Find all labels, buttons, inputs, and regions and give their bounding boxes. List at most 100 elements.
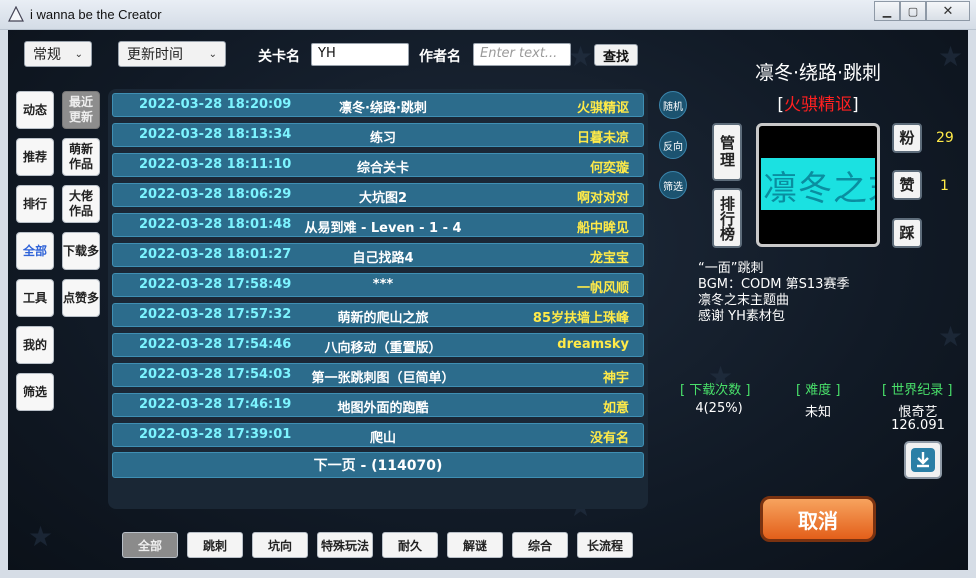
tab-mine[interactable]: 我的 [16, 326, 54, 364]
difficulty-value: 未知 [804, 405, 831, 420]
level-author-name[interactable]: 火骐精讴 [784, 95, 852, 115]
level-author: 船中眸见 [576, 221, 629, 236]
tab-ranking[interactable]: 排行 [16, 185, 54, 223]
level-name: *** [372, 277, 394, 292]
level-name: 萌新的爬山之旅 [337, 311, 429, 326]
level-row[interactable]: 2022-03-28 18:01:48 从易到难 - Leven - 1 - 4船… [112, 213, 644, 237]
level-row[interactable]: 2022-03-28 17:54:46 八向移动（重置版） dreamsky [112, 333, 644, 357]
category-trap[interactable]: 坑向 [252, 532, 308, 558]
tab-all[interactable]: 全部 [16, 232, 54, 270]
tab-newbie-works[interactable]: 萌新 作品 [62, 138, 100, 176]
level-author: 火骐精讴 [576, 101, 629, 116]
level-name: 大坑图2 [358, 191, 408, 206]
app-icon [8, 6, 24, 22]
level-name-input[interactable]: YH [311, 43, 409, 66]
fans-count: 29 [936, 130, 954, 146]
star-decoration: ★ [568, 40, 594, 73]
window-title: i wanna be the Creator [30, 7, 162, 22]
like-button[interactable]: 赞 [892, 170, 922, 200]
level-row[interactable]: 2022-03-28 17:57:32 萌新的爬山之旅 85岁扶墙上珠峰 [112, 303, 644, 327]
level-row[interactable]: 2022-03-28 17:46:19 地图外面的跑酷 如意 [112, 393, 644, 417]
tab-recommend[interactable]: 推荐 [16, 138, 54, 176]
level-name: 从易到难 - Leven - 1 - 4 [304, 221, 462, 236]
level-row[interactable]: 2022-03-28 18:01:27 自己找路4 龙宝宝 [112, 243, 644, 267]
world-record-label: [ 世界纪录 ] [882, 383, 953, 398]
level-title: 凛冬·绕路·跳刺 [754, 62, 882, 84]
chevron-down-icon: ⌄ [74, 48, 83, 60]
level-author: 85岁扶墙上珠峰 [532, 311, 629, 326]
world-record-time: 126.091 [891, 418, 945, 433]
level-name: 练习 [369, 131, 396, 146]
bracket-close: ] [852, 95, 859, 115]
dislike-button[interactable]: 踩 [892, 218, 922, 248]
like-count: 1 [940, 178, 949, 194]
level-author-line: [火骐精讴] [668, 90, 968, 115]
download-button[interactable] [904, 441, 942, 479]
tab-most-downloads[interactable]: 下载多 [62, 232, 100, 270]
level-row[interactable]: 2022-03-28 18:11:10 综合关卡 何奕璇 [112, 153, 644, 177]
category-select[interactable]: 常规 ⌄ [24, 41, 92, 67]
level-author: 没有名 [589, 431, 629, 446]
search-button[interactable]: 查找 [594, 44, 638, 66]
level-name: 自己找路4 [352, 251, 414, 266]
desc-line: 凛冬之末主题曲 [698, 293, 790, 308]
level-row[interactable]: 2022-03-28 18:20:09 凛冬·绕路·跳刺 火骐精讴 [112, 93, 644, 117]
desc-line: 感谢 YH素材包 [698, 309, 785, 324]
author-label: 作者名 [419, 49, 461, 65]
downloads-value: 4(25%) [695, 401, 743, 416]
bracket-open: [ [777, 95, 784, 115]
sort-select-value: 更新时间 [127, 47, 183, 63]
category-spike[interactable]: 跳刺 [187, 532, 243, 558]
next-page-button[interactable]: 下一页 - (114070) [112, 452, 644, 478]
category-special[interactable]: 特殊玩法 [317, 532, 373, 558]
reverse-button[interactable]: 反向 [659, 131, 687, 159]
chevron-down-icon: ⌄ [208, 48, 217, 60]
level-description: “一面”跳刺 BGM：CODM 第S13赛季 凛冬之末主题曲 感谢 YH素材包 [698, 261, 849, 325]
level-name-label: 关卡名 [258, 49, 300, 65]
tab-recent-update[interactable]: 最近 更新 [62, 91, 100, 129]
sort-select[interactable]: 更新时间 ⌄ [118, 41, 226, 67]
level-row[interactable]: 2022-03-28 18:13:34 练习 日暮未凉 [112, 123, 644, 147]
tab-expert-works[interactable]: 大佬 作品 [62, 185, 100, 223]
category-mixed[interactable]: 综合 [512, 532, 568, 558]
maximize-button[interactable]: ▢ [900, 1, 926, 21]
category-endurance[interactable]: 耐久 [382, 532, 438, 558]
level-author: dreamsky [557, 337, 629, 352]
level-row[interactable]: 2022-03-28 17:58:49 *** 一帆风顺 [112, 273, 644, 297]
level-row[interactable]: 2022-03-28 17:54:03 第一张跳刺图（巨简单） 神宇 [112, 363, 644, 387]
downloads-label: [ 下载次数 ] [680, 383, 751, 398]
level-name: 八向移动（重置版） [324, 341, 442, 356]
cancel-button[interactable]: 取消 [760, 496, 876, 542]
category-puzzle[interactable]: 解谜 [447, 532, 503, 558]
author-input[interactable]: Enter text... [473, 43, 571, 66]
tab-filter[interactable]: 筛选 [16, 373, 54, 411]
level-name: 凛冬·绕路·跳刺 [339, 101, 427, 116]
preview-text: 凛冬之末 [763, 169, 875, 209]
category-select-value: 常规 [33, 47, 61, 63]
category-long[interactable]: 长流程 [577, 532, 633, 558]
fans-button[interactable]: 粉 [892, 123, 922, 153]
tab-most-likes[interactable]: 点赞多 [62, 279, 100, 317]
manage-button[interactable]: 管理 [712, 123, 742, 181]
tab-tools[interactable]: 工具 [16, 279, 54, 317]
level-row[interactable]: 2022-03-28 17:39:01 爬山 没有名 [112, 423, 644, 447]
star-decoration: ★ [28, 520, 54, 553]
level-author: 何奕璇 [589, 161, 629, 176]
level-row[interactable]: 2022-03-28 18:06:29 大坑图2 啊对对对 [112, 183, 644, 207]
star-decoration: ★ [938, 320, 964, 353]
desc-line: “一面”跳刺 [698, 261, 764, 276]
level-author: 如意 [602, 401, 629, 416]
level-name: 第一张跳刺图（巨简单） [311, 371, 455, 386]
download-icon [911, 448, 935, 472]
tab-dynamic[interactable]: 动态 [16, 91, 54, 129]
category-all[interactable]: 全部 [122, 532, 178, 558]
level-author: 一帆风顺 [576, 281, 629, 296]
minimize-button[interactable]: ▁ [874, 1, 900, 21]
ranking-button[interactable]: 排行榜 [712, 188, 742, 248]
difficulty-label: [ 难度 ] [796, 383, 841, 398]
level-preview: 凛冬之末 [756, 123, 880, 247]
filter-round-button[interactable]: 筛选 [659, 171, 687, 199]
close-button[interactable]: ✕ [926, 1, 970, 21]
level-name: 综合关卡 [356, 161, 409, 176]
level-name: 地图外面的跑酷 [337, 401, 429, 416]
